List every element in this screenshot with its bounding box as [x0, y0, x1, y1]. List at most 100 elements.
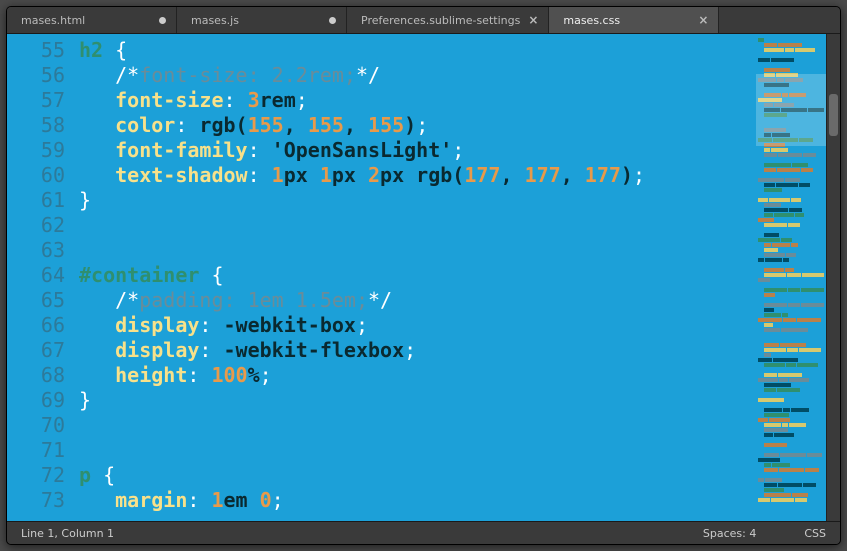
minimap-line — [758, 243, 824, 247]
minimap-line — [758, 473, 824, 477]
minimap-line — [758, 208, 824, 212]
minimap-line — [758, 413, 824, 417]
minimap-line — [758, 408, 824, 412]
minimap-line — [758, 423, 824, 427]
minimap-line — [758, 263, 824, 267]
minimap-line — [758, 183, 824, 187]
tab-mases-css[interactable]: mases.css × — [549, 7, 719, 33]
minimap-line — [758, 38, 824, 42]
tab-mases-html[interactable]: mases.html — [7, 7, 177, 33]
tab-label: Preferences.sublime-settings — [361, 14, 520, 27]
minimap-line — [758, 478, 824, 482]
code-line[interactable]: height: 100%; — [79, 363, 756, 388]
minimap-viewport[interactable] — [756, 74, 826, 146]
minimap-line — [758, 253, 824, 257]
minimap-line — [758, 448, 824, 452]
minimap-line — [758, 323, 824, 327]
minimap-line — [758, 348, 824, 352]
code-line[interactable]: p { — [79, 463, 756, 488]
minimap-line — [758, 173, 824, 177]
minimap-line — [758, 353, 824, 357]
code-line[interactable]: h2 { — [79, 38, 756, 63]
minimap-line — [758, 363, 824, 367]
code-line[interactable]: } — [79, 188, 756, 213]
minimap-line — [758, 458, 824, 462]
code-view[interactable]: h2 {/*font-size: 2.2rem;*/font-size: 3re… — [79, 34, 756, 521]
minimap-line — [758, 498, 824, 502]
minimap-line — [758, 508, 824, 512]
close-icon[interactable]: × — [528, 14, 538, 26]
tab-preferences-sublime-settings[interactable]: Preferences.sublime-settings × — [347, 7, 549, 33]
code-line[interactable] — [79, 213, 756, 238]
minimap-line — [758, 373, 824, 377]
minimap-line — [758, 213, 824, 217]
minimap-line — [758, 453, 824, 457]
minimap-line — [758, 393, 824, 397]
minimap-line — [758, 358, 824, 362]
minimap-line — [758, 303, 824, 307]
minimap-line — [758, 268, 824, 272]
minimap-line — [758, 433, 824, 437]
minimap[interactable] — [756, 34, 826, 521]
minimap-line — [758, 163, 824, 167]
code-line[interactable]: font-family: 'OpenSansLight'; — [79, 138, 756, 163]
dirty-indicator-icon — [159, 17, 166, 24]
gutter: 55 56 57 58 59 60 61 62 63 64 65 66 67 6… — [7, 34, 79, 521]
minimap-line — [758, 168, 824, 172]
vertical-scrollbar[interactable] — [826, 34, 840, 521]
editor-window: mases.htmlmases.jsPreferences.sublime-se… — [6, 6, 841, 545]
minimap-line — [758, 483, 824, 487]
code-line[interactable]: font-size: 3rem; — [79, 88, 756, 113]
minimap-line — [758, 158, 824, 162]
minimap-line — [758, 368, 824, 372]
close-icon[interactable]: × — [698, 14, 708, 26]
minimap-line — [758, 343, 824, 347]
status-position[interactable]: Line 1, Column 1 — [21, 527, 114, 540]
code-line[interactable] — [79, 438, 756, 463]
minimap-line — [758, 58, 824, 62]
minimap-line — [758, 148, 824, 152]
minimap-line — [758, 428, 824, 432]
code-line[interactable]: display: -webkit-flexbox; — [79, 338, 756, 363]
minimap-line — [758, 238, 824, 242]
editor-area[interactable]: 55 56 57 58 59 60 61 62 63 64 65 66 67 6… — [7, 34, 840, 521]
minimap-line — [758, 63, 824, 67]
code-line[interactable] — [79, 413, 756, 438]
minimap-line — [758, 293, 824, 297]
minimap-line — [758, 443, 824, 447]
tab-mases-js[interactable]: mases.js — [177, 7, 347, 33]
status-bar: Line 1, Column 1 Spaces: 4 CSS — [7, 521, 840, 544]
minimap-line — [758, 228, 824, 232]
code-line[interactable]: color: rgb(155, 155, 155); — [79, 113, 756, 138]
status-syntax[interactable]: CSS — [804, 527, 826, 540]
code-line[interactable]: #container { — [79, 263, 756, 288]
minimap-line — [758, 203, 824, 207]
minimap-line — [758, 43, 824, 47]
minimap-line — [758, 178, 824, 182]
tab-label: mases.css — [563, 14, 620, 27]
tab-bar: mases.htmlmases.jsPreferences.sublime-se… — [7, 7, 840, 34]
code-line[interactable]: margin: 1em 0; — [79, 488, 756, 513]
minimap-line — [758, 188, 824, 192]
minimap-line — [758, 338, 824, 342]
status-indentation[interactable]: Spaces: 4 — [703, 527, 756, 540]
minimap-line — [758, 328, 824, 332]
minimap-line — [758, 288, 824, 292]
code-line[interactable]: } — [79, 388, 756, 413]
minimap-line — [758, 68, 824, 72]
minimap-line — [758, 48, 824, 52]
code-line[interactable]: display: -webkit-box; — [79, 313, 756, 338]
minimap-line — [758, 333, 824, 337]
minimap-line — [758, 403, 824, 407]
minimap-line — [758, 418, 824, 422]
minimap-line — [758, 313, 824, 317]
minimap-line — [758, 383, 824, 387]
code-line[interactable]: /*font-size: 2.2rem;*/ — [79, 63, 756, 88]
code-line[interactable] — [79, 238, 756, 263]
code-line[interactable]: text-shadow: 1px 1px 2px rgb(177, 177, 1… — [79, 163, 756, 188]
minimap-line — [758, 233, 824, 237]
minimap-line — [758, 438, 824, 442]
code-line[interactable]: /*padding: 1em 1.5em;*/ — [79, 288, 756, 313]
minimap-line — [758, 218, 824, 222]
scrollbar-thumb[interactable] — [829, 94, 838, 136]
